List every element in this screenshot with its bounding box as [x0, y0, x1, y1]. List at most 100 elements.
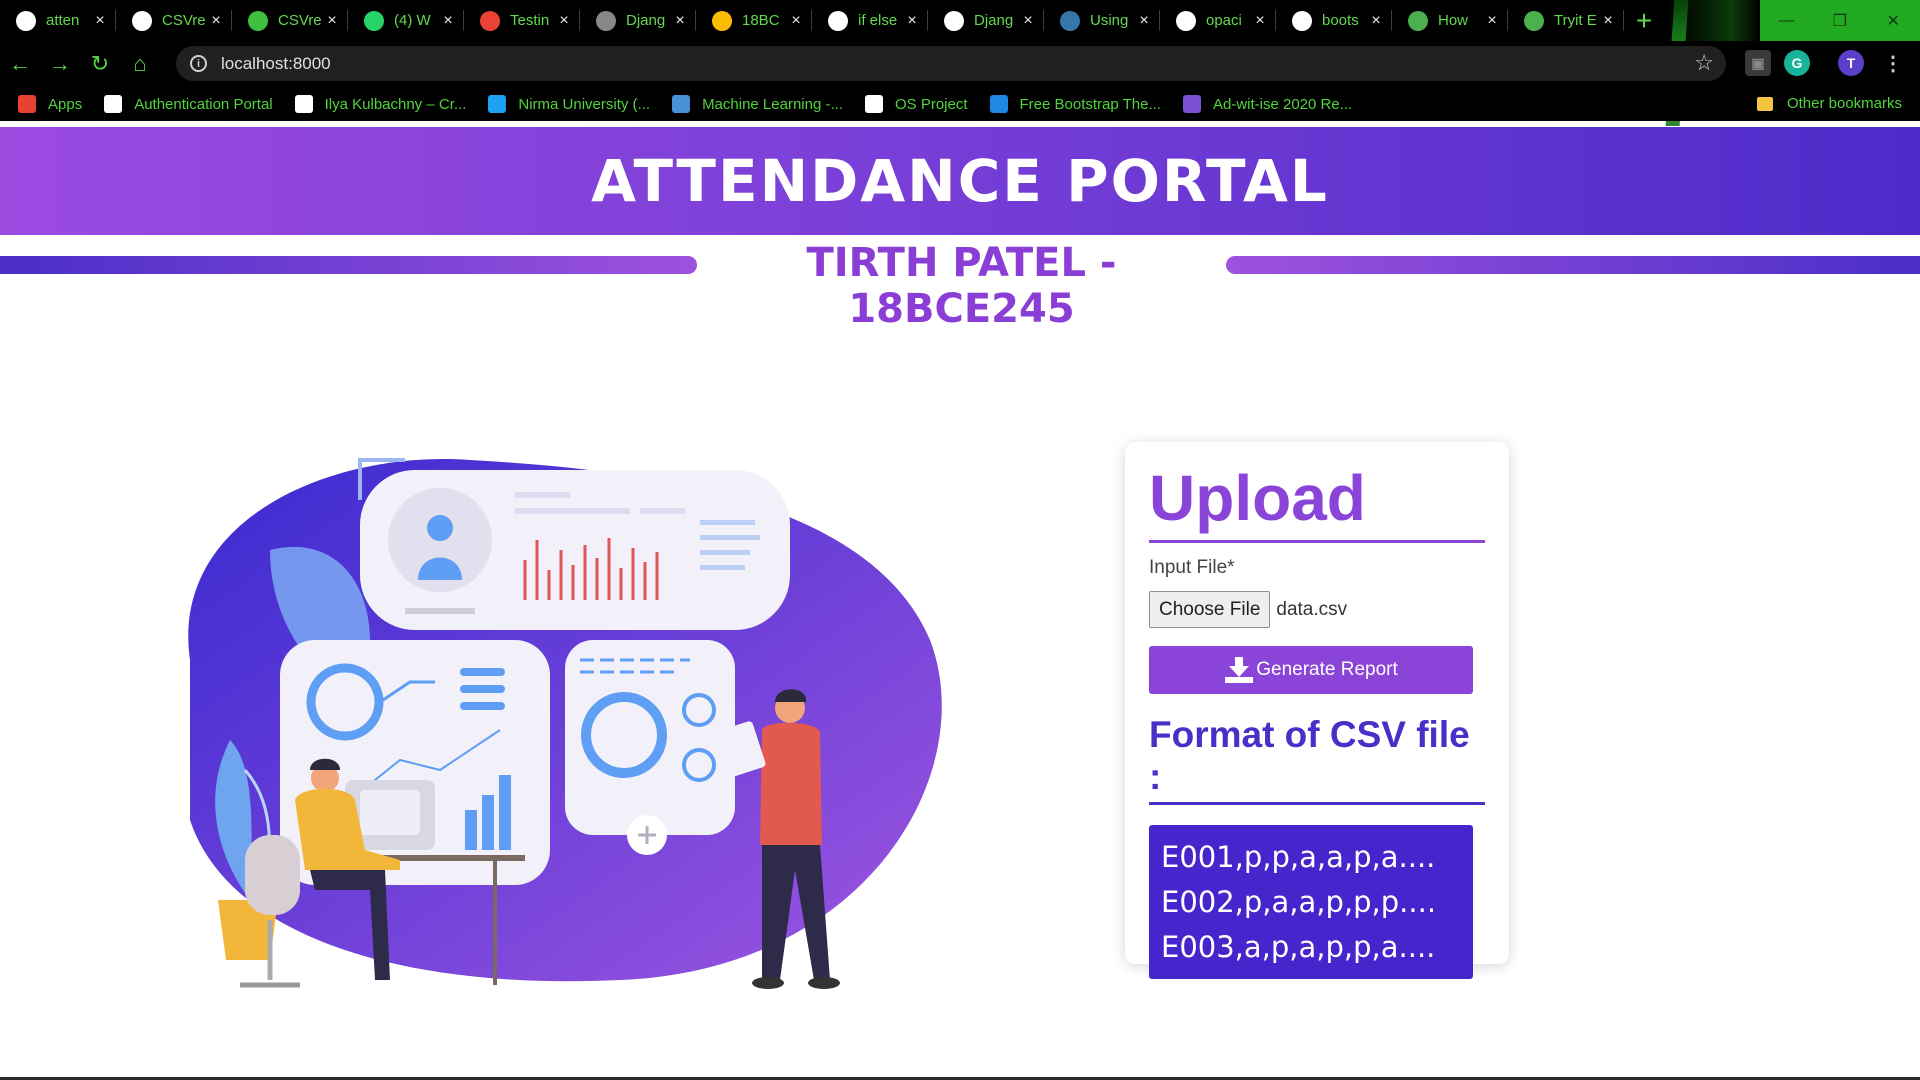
bookmark-label: Ad-wit-ise 2020 Re... — [1212, 95, 1353, 113]
close-tab-icon[interactable]: × — [1600, 12, 1616, 30]
close-tab-icon[interactable]: × — [1136, 12, 1152, 30]
bookmark-label: OS Project — [894, 95, 968, 113]
tab-title: CSVre — [278, 12, 322, 29]
csv-line: E003,a,p,a,p,p,a.... — [1161, 930, 1436, 964]
menu-kebab-icon[interactable]: ⋮ — [1880, 50, 1906, 76]
close-tab-icon[interactable]: × — [1020, 12, 1036, 30]
tab-title: (4) W — [394, 12, 431, 29]
gmail-icon — [480, 10, 500, 31]
bookmarks-bar: Apps Authentication Portal Ilya Kulbachny … — [0, 87, 1920, 121]
browser-tab[interactable]: CSVre × — [232, 0, 348, 41]
close-tab-icon[interactable]: × — [904, 12, 920, 30]
tab-title: Tryit E — [1554, 12, 1597, 29]
close-tab-icon[interactable]: × — [556, 12, 572, 30]
tab-title: CSVre — [162, 12, 206, 29]
tab-title: if else — [858, 12, 898, 29]
extension-icon[interactable]: ▣ — [1745, 50, 1771, 76]
address-bar[interactable]: i ☆ — [176, 46, 1726, 81]
other-bookmarks[interactable]: Other bookmarks — [1756, 95, 1902, 112]
forward-arrow-icon[interactable]: → — [40, 41, 80, 87]
page-subtitle: TIRTH PATEL - 18BCE245 — [806, 240, 1117, 332]
whatsapp-icon — [364, 10, 384, 31]
w3-icon — [1524, 10, 1544, 31]
home-icon[interactable]: ⌂ — [120, 41, 160, 87]
restore-icon[interactable]: ❐ — [1813, 0, 1867, 41]
form-icon — [1182, 95, 1201, 113]
w3-icon — [1408, 10, 1428, 31]
new-tab-button[interactable]: + — [1624, 0, 1664, 41]
browser-tab[interactable]: CSVre × — [116, 0, 232, 41]
ik-icon — [294, 95, 313, 113]
bookmark-item[interactable]: OS Project — [864, 95, 968, 113]
close-window-icon[interactable]: ✕ — [1866, 0, 1920, 41]
upload-heading: Upload — [1149, 462, 1485, 543]
tab-title: opaci — [1206, 12, 1242, 29]
bookmark-item[interactable]: Machine Learning -... — [672, 95, 843, 113]
back-arrow-icon[interactable]: ← — [0, 41, 40, 87]
bookmark-label: Authentication Portal — [134, 95, 273, 113]
bookmark-item[interactable]: Nirma University (... — [488, 95, 650, 113]
close-tab-icon[interactable]: × — [788, 12, 804, 30]
browser-tab[interactable]: atten × — [0, 0, 116, 41]
generate-report-button[interactable]: Generate Report — [1149, 646, 1473, 694]
tab-title: Djang — [626, 12, 666, 29]
apps-grid-icon — [18, 95, 36, 113]
url-input[interactable] — [221, 53, 1521, 74]
file-input[interactable]: Choose File data.csv — [1149, 591, 1485, 628]
close-tab-icon[interactable]: × — [440, 12, 456, 30]
close-tab-icon[interactable]: × — [208, 12, 224, 30]
grammarly-icon[interactable]: G — [1784, 50, 1810, 76]
browser-tab[interactable]: Djang × — [580, 0, 696, 41]
dashboard-illustration — [188, 458, 942, 989]
browser-tab[interactable]: if else × — [812, 0, 928, 41]
browser-tab[interactable]: 18BC × — [696, 0, 812, 41]
tab-title: Testin — [510, 12, 550, 29]
browser-tab[interactable]: opaci × — [1160, 0, 1276, 41]
browser-tab[interactable]: How × — [1392, 0, 1508, 41]
browser-tab[interactable]: boots × — [1276, 0, 1392, 41]
bookmark-star-icon[interactable]: ☆ — [1694, 50, 1714, 76]
close-tab-icon[interactable]: × — [1368, 12, 1384, 30]
browser-tab[interactable]: (4) W × — [348, 0, 464, 41]
browser-tab[interactable]: Djang × — [928, 0, 1044, 41]
bookmark-label: Apps — [48, 95, 83, 113]
google-icon — [828, 10, 848, 31]
gear-icon — [104, 95, 123, 113]
bookmark-item[interactable]: Ilya Kulbachny – Cr... — [294, 95, 466, 113]
tab-title: boots — [1322, 12, 1359, 29]
browser-tab[interactable]: Tryit E × — [1508, 0, 1624, 41]
minimize-icon[interactable]: — — [1760, 0, 1814, 41]
close-tab-icon[interactable]: × — [324, 12, 340, 30]
close-tab-icon[interactable]: × — [672, 12, 688, 30]
csv-line: E001,p,p,a,a,p,a.... — [1161, 840, 1436, 874]
browser-tab[interactable]: Using × — [1044, 0, 1160, 41]
folder-icon — [1756, 96, 1773, 111]
selected-file-name: data.csv — [1276, 598, 1348, 620]
bookmark-item[interactable]: Free Bootstrap The... — [989, 95, 1161, 113]
github-icon — [132, 10, 152, 31]
tab-title: atten — [46, 12, 80, 29]
close-tab-icon[interactable]: × — [92, 12, 108, 30]
globe-icon — [596, 10, 616, 31]
csv-format-example: E001,p,p,a,a,p,a.... E002,p,a,a,p,p,p...… — [1149, 825, 1473, 979]
bookmark-item[interactable]: Ad-wit-ise 2020 Re... — [1182, 95, 1353, 113]
reload-icon[interactable]: ↻ — [80, 41, 120, 87]
input-file-label: Input File* — [1149, 557, 1235, 578]
bookmark-label: Free Bootstrap The... — [1019, 95, 1161, 113]
github-icon — [864, 95, 883, 113]
choose-file-button[interactable]: Choose File — [1149, 591, 1271, 628]
close-tab-icon[interactable]: × — [1484, 12, 1500, 30]
google-icon — [1292, 10, 1312, 31]
site-info-icon[interactable]: i — [190, 55, 207, 72]
browser-tab[interactable]: Testin × — [464, 0, 580, 41]
bookmark-label: Machine Learning -... — [702, 95, 843, 113]
bookmark-item[interactable]: Apps — [18, 95, 82, 113]
other-bookmarks-label: Other bookmarks — [1786, 95, 1902, 112]
header-banner: ATTENDANCE PORTAL — [0, 127, 1920, 235]
download-icon — [1225, 657, 1254, 683]
bookmark-item[interactable]: Authentication Portal — [104, 95, 273, 113]
profile-avatar[interactable]: T — [1838, 50, 1864, 76]
close-tab-icon[interactable]: × — [1252, 12, 1268, 30]
drive-icon — [712, 10, 732, 31]
upload-card: Upload Input File* Choose File data.csv … — [1125, 442, 1509, 979]
